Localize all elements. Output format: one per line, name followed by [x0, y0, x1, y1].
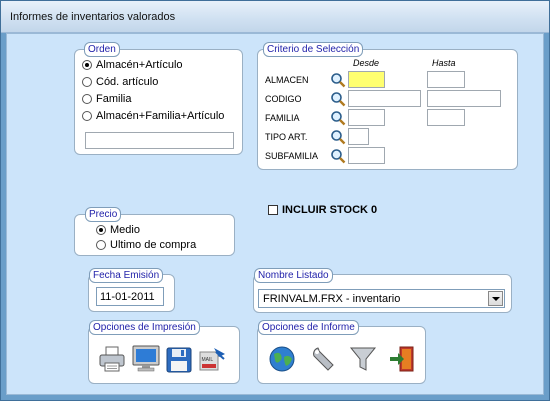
codigo-label: CODIGO [265, 94, 302, 104]
orden-option-almacen-articulo[interactable]: Almacén+Artículo [82, 58, 183, 72]
radio-button[interactable] [82, 111, 92, 121]
nombre-listado-select[interactable]: FRINVALM.FRX - inventario [258, 289, 505, 308]
familia-label: FAMILIA [265, 113, 300, 123]
almacen-lookup-icon[interactable] [330, 72, 346, 88]
precio-option-ultimo-compra[interactable]: Ultimo de compra [96, 238, 196, 252]
radio-label: Ultimo de compra [110, 239, 197, 251]
mail-icon[interactable]: MAIL [198, 344, 228, 374]
monitor-icon[interactable] [131, 343, 161, 373]
fecha-emision-value: 11-01-2011 [100, 291, 155, 303]
listado-caption: Nombre Listado [254, 268, 333, 283]
familia-lookup-icon[interactable] [330, 110, 346, 126]
codigo-desde-input[interactable] [348, 90, 421, 107]
radio-label: Almacén+Artículo [96, 59, 183, 71]
orden-panel: Almacén+Artículo Cód. artículo Familia A… [74, 49, 243, 155]
familia-hasta-input[interactable] [427, 109, 465, 126]
wrench-icon[interactable] [309, 344, 339, 374]
radio-button[interactable] [96, 240, 106, 250]
orden-caption: Orden [84, 42, 120, 57]
radio-label: Almacén+Familia+Artículo [96, 110, 225, 122]
almacen-desde-input[interactable] [348, 71, 385, 88]
familia-desde-input[interactable] [348, 109, 385, 126]
tipo-art-label: TIPO ART. [265, 132, 308, 142]
orden-option-almacen-familia-articulo[interactable]: Almacén+Familia+Artículo [82, 109, 224, 123]
title-bar: Informes de inventarios valorados [1, 1, 549, 33]
orden-extra-field[interactable] [85, 132, 234, 149]
funnel-icon[interactable] [348, 344, 378, 374]
hasta-header: Hasta [432, 58, 456, 68]
precio-option-medio[interactable]: Medio [96, 223, 140, 237]
precio-caption: Precio [85, 207, 122, 222]
incluir-stock-checkbox[interactable] [268, 205, 278, 215]
form-area: Almacén+Artículo Cód. artículo Familia A… [6, 33, 544, 395]
window-title: Informes de inventarios valorados [10, 11, 176, 23]
radio-button[interactable] [82, 60, 92, 70]
orden-option-cod-articulo[interactable]: Cód. artículo [82, 75, 158, 89]
tipo-art-lookup-icon[interactable] [330, 129, 346, 145]
chevron-down-icon[interactable] [488, 291, 503, 306]
subfamilia-lookup-icon[interactable] [330, 148, 346, 164]
svg-text:MAIL: MAIL [202, 357, 214, 363]
globe-icon[interactable] [267, 344, 297, 374]
subfamilia-label: SUBFAMILIA [265, 151, 319, 161]
nombre-listado-value: FRINVALM.FRX - inventario [263, 293, 401, 305]
subfamilia-desde-input[interactable] [348, 147, 385, 164]
radio-label: Familia [96, 93, 132, 105]
desde-header: Desde [353, 58, 380, 68]
window: Informes de inventarios valorados Almacé… [0, 0, 550, 401]
codigo-lookup-icon[interactable] [330, 91, 346, 107]
floppy-disk-icon[interactable] [164, 345, 194, 375]
criterio-panel: Desde Hasta ALMACEN CODIGO FAMILIA TIPO … [257, 49, 518, 170]
radio-button[interactable] [96, 225, 106, 235]
almacen-hasta-input[interactable] [427, 71, 465, 88]
codigo-hasta-input[interactable] [427, 90, 501, 107]
radio-button[interactable] [82, 94, 92, 104]
radio-label: Medio [110, 224, 140, 236]
radio-label: Cód. artículo [96, 76, 159, 88]
criterio-caption: Criterio de Selección [263, 42, 364, 57]
tipo-art-desde-input[interactable] [348, 128, 369, 145]
orden-option-familia[interactable]: Familia [82, 92, 131, 106]
fecha-emision-input[interactable]: 11-01-2011 [96, 287, 164, 306]
radio-button[interactable] [82, 77, 92, 87]
incluir-stock-label: INCLUIR STOCK 0 [282, 204, 378, 216]
exit-door-icon[interactable] [387, 344, 417, 374]
impresion-caption: Opciones de Impresión [89, 320, 200, 335]
almacen-label: ALMACEN [265, 75, 309, 85]
printer-icon[interactable] [97, 344, 127, 374]
fecha-caption: Fecha Emisión [89, 268, 164, 283]
informe-caption: Opciones de Informe [258, 320, 359, 335]
